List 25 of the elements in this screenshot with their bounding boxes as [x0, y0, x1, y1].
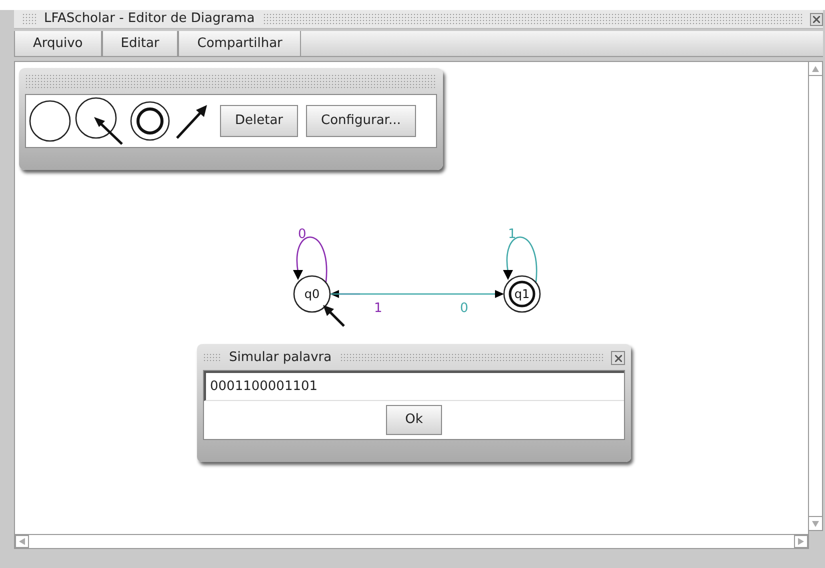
transition-label: 1 [374, 301, 382, 316]
dialog-close-button[interactable] [611, 351, 625, 365]
down-arrow-icon[interactable] [812, 520, 819, 526]
close-button[interactable] [810, 12, 823, 26]
menu-item[interactable]: Editar [102, 31, 178, 56]
close-icon [614, 354, 622, 362]
grip-texture [22, 13, 36, 25]
transition-label: 0 [460, 301, 468, 316]
state-circle-icon[interactable] [28, 99, 72, 143]
dialog-title: Simular palavra [229, 349, 332, 368]
window-title: LFAScholar - Editor de Diagrama [44, 10, 255, 28]
up-arrow-icon[interactable] [812, 66, 819, 72]
palette-button[interactable]: Deletar [220, 105, 298, 137]
accepting-state-icon[interactable] [128, 99, 172, 143]
word-input-field[interactable]: 0001100001101 [204, 371, 624, 401]
menu-item[interactable]: Compartilhar [178, 31, 302, 56]
state-node[interactable]: q1 [503, 275, 541, 313]
menu-item[interactable]: Arquivo [14, 31, 102, 56]
vertical-scrollbar[interactable] [809, 61, 823, 531]
right-arrow-icon[interactable] [798, 538, 804, 545]
close-icon [813, 16, 820, 22]
ok-button[interactable]: Ok [386, 405, 442, 435]
left-arrow-icon[interactable] [19, 538, 25, 545]
horizontal-scrollbar[interactable] [15, 534, 808, 548]
palette-button[interactable]: Configurar... [306, 105, 416, 137]
